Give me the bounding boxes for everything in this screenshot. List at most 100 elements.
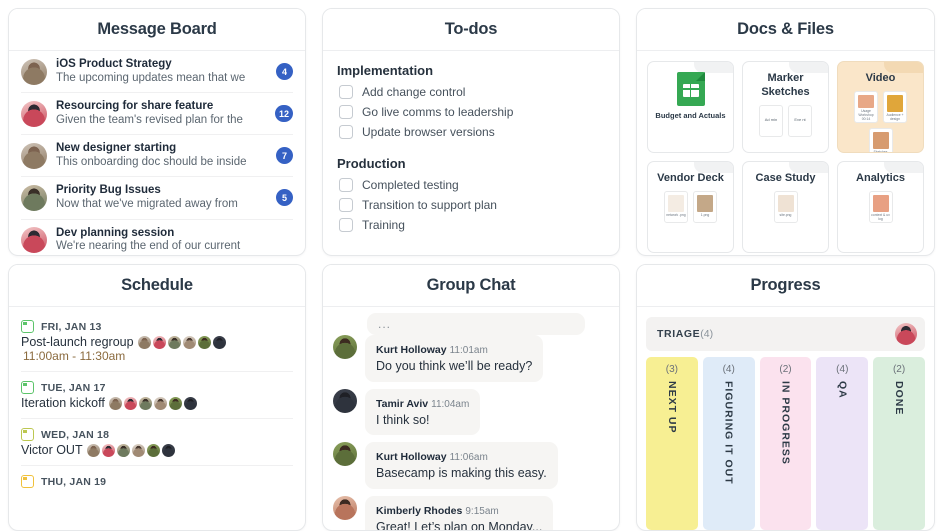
- progress-column-count: (4): [722, 364, 735, 375]
- avatar: [108, 396, 122, 410]
- page-title-schedule: Schedule: [121, 276, 193, 294]
- message-text: Dev planning session We're nearing the en…: [56, 227, 293, 254]
- cell-group-chat: Group Chat ... Kurt Holloway 11:01am Do you…: [314, 256, 628, 531]
- schedule-event[interactable]: FRI, JAN 13 Post-launch regroup 11:00am - …: [21, 311, 293, 372]
- checkbox-icon[interactable]: [339, 178, 353, 192]
- avatar: [333, 388, 357, 413]
- avatar: [138, 396, 152, 410]
- chat-author-name: Tamir Aviv: [376, 397, 429, 410]
- schedule-event[interactable]: TUE, JAN 17 Iteration kickoff: [21, 372, 293, 419]
- todo-label: Go live comms to leadership: [362, 105, 514, 119]
- progress-column[interactable]: (4) FIGURING IT OUT: [702, 357, 755, 530]
- file-thumbnail[interactable]: network .png: [664, 190, 688, 223]
- schedule-day-label: FRI, JAN 13: [41, 320, 102, 333]
- folder-name: Marker Sketches: [761, 72, 810, 98]
- page-title-message-board: Message Board: [97, 20, 217, 38]
- message-title: Dev planning session: [56, 226, 175, 239]
- avatar: [101, 443, 115, 457]
- message-text: Resourcing for share feature Given the te…: [56, 100, 266, 127]
- chat-message-text: Great! Let’s plan on Monday...: [376, 519, 543, 530]
- file-thumbnail[interactable]: Audience + design: [883, 90, 907, 123]
- page-title-group-chat: Group Chat: [426, 276, 516, 294]
- triage-name: TRIAGE: [657, 328, 701, 340]
- calendar-icon: [21, 320, 34, 333]
- todo-item[interactable]: Transition to support plan: [337, 195, 605, 215]
- progress-column-count: (2): [779, 364, 792, 375]
- thumbnail-preview: [872, 194, 889, 212]
- thumbnail-caption: site.png: [779, 212, 792, 217]
- avatar: [167, 335, 181, 349]
- folder-name: Video: [865, 72, 896, 84]
- folder-name: Vendor Deck: [657, 172, 724, 184]
- panel-message-board: Message Board iOS Product Strategy The up…: [8, 8, 306, 256]
- message-list-item[interactable]: iOS Product Strategy The upcoming updates…: [21, 51, 293, 94]
- checkbox-icon[interactable]: [339, 218, 353, 232]
- progress-column[interactable]: (4) QA: [816, 357, 869, 530]
- todo-label: Completed testing: [362, 178, 459, 192]
- message-list-item[interactable]: New designer starting This onboarding doc…: [21, 135, 293, 178]
- chat-message-text: Do you think we’ll be ready?: [376, 359, 533, 373]
- google-sheets-icon: [676, 72, 705, 106]
- cell-docs-files: Docs & Files Budget and Actuals Marker Sk…: [628, 0, 943, 256]
- chat-author-name: Kurt Holloway: [376, 451, 447, 464]
- todo-item[interactable]: Completed testing: [337, 175, 605, 195]
- avatar: [183, 396, 197, 410]
- todo-item[interactable]: Add change control: [337, 82, 605, 102]
- folder-card[interactable]: Case Study site.png: [742, 161, 829, 253]
- message-list-item[interactable]: Resourcing for share feature Given the te…: [21, 93, 293, 136]
- chat-author-name: Kimberly Rhodes: [376, 504, 463, 517]
- progress-column[interactable]: (3) NEXT UP: [646, 357, 698, 530]
- chat-message[interactable]: Kurt Holloway 11:01am Do you think we’ll b…: [333, 335, 609, 382]
- message-list: iOS Product Strategy The upcoming updates…: [9, 51, 305, 255]
- avatar: [86, 443, 100, 457]
- calendar-icon: [21, 381, 34, 394]
- chat-message[interactable]: Kurt Holloway 11:06am Basecamp is making t…: [333, 442, 609, 489]
- message-bubble: Kurt Holloway 11:01am Do you think we’ll b…: [365, 335, 544, 382]
- file-thumbnail[interactable]: Sketches: [868, 127, 893, 152]
- file-thumbnail[interactable]: context & ux log: [868, 190, 893, 223]
- checkbox-icon[interactable]: [339, 198, 353, 212]
- todo-item[interactable]: Go live comms to leadership: [337, 102, 605, 122]
- file-thumbnail[interactable]: site.png: [773, 190, 798, 223]
- file-thumbnail[interactable]: Ad min: [759, 104, 783, 137]
- message-text: Priority Bug Issues Now that we've migrat…: [56, 184, 267, 211]
- progress-column[interactable]: (2) IN PROGRESS: [759, 357, 812, 530]
- thumbnail-preview: [872, 131, 889, 149]
- message-text: iOS Product Strategy The upcoming updates…: [56, 58, 267, 85]
- folder-card[interactable]: Vendor Deck network .png 1.png: [647, 161, 734, 253]
- checkbox-icon[interactable]: [339, 85, 353, 99]
- file-thumbnail[interactable]: Usage Workshop 00:14: [854, 90, 878, 123]
- schedule-event[interactable]: THU, JAN 19: [21, 466, 293, 498]
- docs-files-body: Budget and Actuals Marker Sketches Ad min E…: [637, 51, 934, 255]
- ellipsis-text: ...: [378, 317, 392, 331]
- message-title: Resourcing for share feature: [56, 100, 214, 113]
- chat-message[interactable]: Tamir Aviv 11:04am I think so!: [333, 388, 609, 436]
- thumbnail-preview: [858, 94, 874, 109]
- panel-docs-files: Docs & Files Budget and Actuals Marker Sk…: [636, 8, 935, 256]
- avatar: [333, 335, 357, 359]
- progress-column-label: NEXT UP: [665, 381, 678, 434]
- folder-card[interactable]: Video Usage Workshop 00:14 Audience + desi…: [837, 61, 924, 153]
- folder-card[interactable]: Marker Sketches Ad min Eve nt: [742, 61, 829, 153]
- schedule-date-row: TUE, JAN 17: [21, 381, 293, 394]
- document-card[interactable]: Budget and Actuals: [647, 61, 734, 153]
- progress-column[interactable]: (2) DONE: [873, 357, 925, 530]
- todo-group-title: Production: [337, 156, 406, 171]
- message-list-item[interactable]: Priority Bug Issues Now that we've migrat…: [21, 177, 293, 220]
- checkbox-icon[interactable]: [339, 105, 353, 119]
- schedule-event[interactable]: WED, JAN 18 Victor OUT: [21, 419, 293, 466]
- triage-bar[interactable]: TRIAGE(4): [646, 317, 925, 351]
- checkbox-icon[interactable]: [339, 125, 353, 139]
- todo-item[interactable]: Training: [337, 215, 605, 235]
- file-thumbnail[interactable]: Eve nt: [788, 104, 812, 137]
- folder-card[interactable]: Analytics context & ux log: [837, 161, 924, 253]
- file-thumbnail[interactable]: 1.png: [693, 190, 717, 223]
- schedule-event-time: 11:00am - 11:30am: [23, 349, 126, 363]
- todo-item[interactable]: Update browser versions: [337, 122, 605, 142]
- page-title-docs-files: Docs & Files: [737, 20, 834, 38]
- thumbnail-preview: [777, 194, 794, 212]
- chat-author-name: Kurt Holloway: [376, 344, 447, 356]
- chat-message-text: I think so!: [376, 412, 430, 427]
- message-list-item[interactable]: Dev planning session We're nearing the en…: [21, 220, 293, 256]
- chat-message[interactable]: Kimberly Rhodes 9:15am Great! Let’s plan o…: [333, 495, 609, 530]
